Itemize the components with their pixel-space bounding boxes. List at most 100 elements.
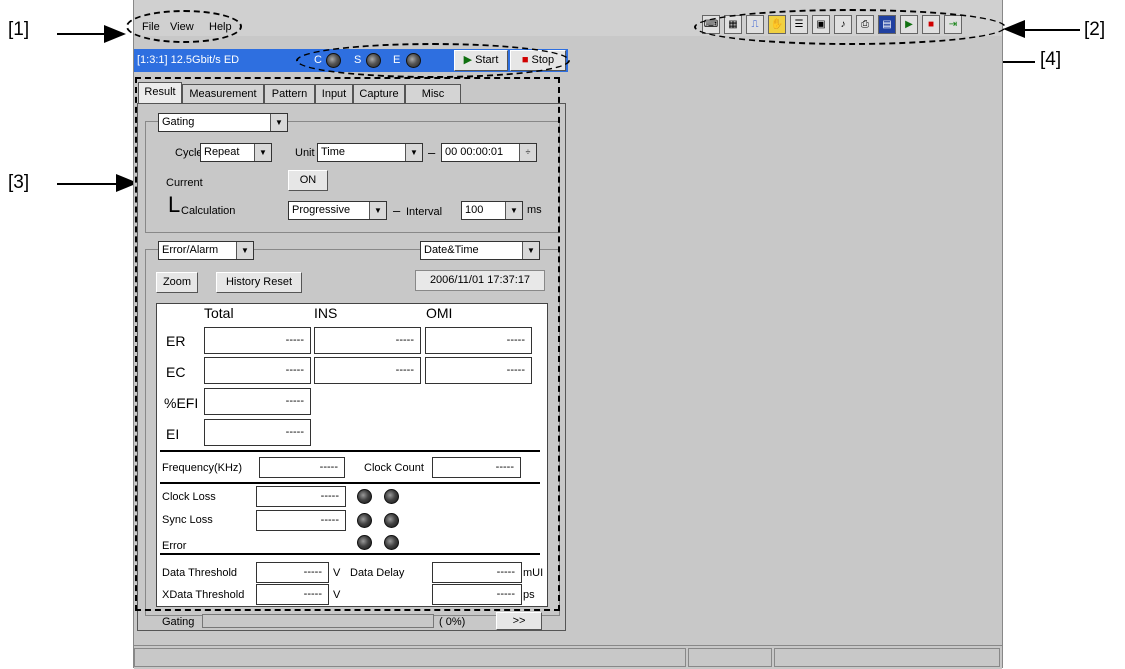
app-window: File View Help ⌨ ▦ ⎍ ✋ ☰ ▣ ♪ ⎙ ▤ ▶ ■ ⇥ [… xyxy=(133,0,1003,669)
pulse-icon[interactable]: ⎍ xyxy=(746,15,764,34)
tab-capture[interactable]: Capture xyxy=(353,84,405,104)
stop-icon[interactable]: ■ xyxy=(922,15,940,34)
callout-3: [3] xyxy=(8,172,30,193)
current-label: Current xyxy=(166,177,203,189)
col-omi: OMI xyxy=(426,305,453,321)
row-er: ER xyxy=(166,333,186,349)
ei-total: ----- xyxy=(204,419,311,446)
time-spinner[interactable]: 00 00:00:01 ÷ xyxy=(441,143,537,162)
menu-bar: File View Help ⌨ ▦ ⎍ ✋ ☰ ▣ ♪ ⎙ ▤ ▶ ■ ⇥ xyxy=(134,0,1002,36)
s-led-icon xyxy=(366,53,381,68)
v-unit: V xyxy=(333,589,341,601)
ps-unit: ps xyxy=(523,589,535,601)
er-total: ----- xyxy=(204,327,311,354)
menu-file[interactable]: File xyxy=(142,21,160,33)
chevron-down-icon: ▼ xyxy=(369,202,386,219)
stop-square-icon: ■ xyxy=(521,54,529,66)
unit-label: Unit xyxy=(295,147,315,159)
play-icon[interactable]: ▶ xyxy=(900,15,918,34)
calculation-label: Calculation xyxy=(181,205,236,217)
ec-total: ----- xyxy=(204,357,311,384)
tab-misc[interactable]: Misc xyxy=(405,84,461,104)
cycle-label: Cycle xyxy=(175,147,203,159)
error-label: Error xyxy=(162,540,187,552)
status-bar: [1:3:1] 12.5Gbit/s ED C S E ▶ Start ■ St… xyxy=(134,49,568,72)
hand-icon[interactable]: ✋ xyxy=(768,15,786,34)
gating-mode-select[interactable]: Gating ▼ xyxy=(158,113,288,132)
frequency-value: ----- xyxy=(259,457,345,478)
error-led-icon xyxy=(357,535,372,550)
sync-loss-label: Sync Loss xyxy=(162,514,213,526)
menu-view[interactable]: View xyxy=(170,21,194,33)
exit-icon[interactable]: ⇥ xyxy=(944,15,962,34)
tab-measurement[interactable]: Measurement xyxy=(182,84,264,104)
callout-3-arrow xyxy=(57,183,121,185)
calculation-select[interactable]: Progressive ▼ xyxy=(288,201,387,220)
expand-button[interactable]: >> xyxy=(496,612,542,630)
callout-1: [1] xyxy=(8,19,30,40)
clock-count-value: ----- xyxy=(432,457,521,478)
clock-loss-history-led-icon xyxy=(384,489,399,504)
chevron-down-icon: ▼ xyxy=(270,114,287,131)
tab-pattern[interactable]: Pattern xyxy=(264,84,315,104)
e-led-icon xyxy=(406,53,421,68)
zoom-button[interactable]: Zoom xyxy=(156,272,198,293)
callout-4: [4] xyxy=(1040,49,1062,70)
date-mode-select[interactable]: Date&Time ▼ xyxy=(420,241,540,260)
history-reset-button[interactable]: History Reset xyxy=(216,272,302,293)
er-omi: ----- xyxy=(425,327,532,354)
frequency-label: Frequency(KHz) xyxy=(162,462,243,474)
chevron-down-icon: ▼ xyxy=(236,242,253,259)
ec-omi: ----- xyxy=(425,357,532,384)
c-led-icon xyxy=(326,53,341,68)
er-ins: ----- xyxy=(314,327,421,354)
efi-total: ----- xyxy=(204,388,311,415)
chevron-down-icon: ▼ xyxy=(254,144,271,161)
mui-unit: mUI xyxy=(523,567,544,579)
start-button[interactable]: ▶ Start xyxy=(454,50,508,71)
chevron-down-icon: ▼ xyxy=(405,144,422,161)
chevron-down-icon: ▼ xyxy=(505,202,522,219)
row-ei: EI xyxy=(166,426,180,442)
menu-help[interactable]: Help xyxy=(209,21,232,33)
sound-icon[interactable]: ♪ xyxy=(834,15,852,34)
sync-loss-history-led-icon xyxy=(384,513,399,528)
cycle-select[interactable]: Repeat ▼ xyxy=(200,143,272,162)
chevron-down-icon: ▼ xyxy=(522,242,539,259)
calc-icon[interactable]: ▤ xyxy=(878,15,896,34)
calendar-icon[interactable]: ▦ xyxy=(724,15,742,34)
interval-label: Interval xyxy=(406,206,443,218)
row-efi: %EFI xyxy=(164,395,199,411)
col-total: Total xyxy=(204,305,234,321)
stop-button[interactable]: ■ Stop xyxy=(510,50,566,71)
row-ec: EC xyxy=(166,364,186,380)
calc-mark: L xyxy=(168,192,181,217)
interval-select[interactable]: 100 ▼ xyxy=(461,201,523,220)
callout-1-arrowhead xyxy=(104,25,126,43)
divider xyxy=(160,482,540,484)
tab-input[interactable]: Input xyxy=(315,84,353,104)
app-status-bar xyxy=(134,645,1002,669)
data-threshold-value: ----- xyxy=(256,562,329,583)
c-label: C xyxy=(314,54,322,66)
panel-icon[interactable]: ☰ xyxy=(790,15,808,34)
dash: – xyxy=(393,203,401,218)
current-on-button[interactable]: ON xyxy=(288,170,328,191)
e-label: E xyxy=(393,54,401,66)
sync-loss-led-icon xyxy=(357,513,372,528)
gating-progress-bar xyxy=(202,614,434,628)
keyboard-icon[interactable]: ⌨ xyxy=(702,15,720,34)
status-cell xyxy=(774,648,1000,667)
save-icon[interactable]: ▣ xyxy=(812,15,830,34)
callout-2-arrowhead xyxy=(1003,20,1025,38)
unit-select[interactable]: Time ▼ xyxy=(317,143,423,162)
tab-result[interactable]: Result xyxy=(138,82,182,104)
data-delay-value: ----- xyxy=(432,562,522,583)
print-icon[interactable]: ⎙ xyxy=(856,15,874,34)
gating-percent: ( 0%) xyxy=(439,616,466,628)
result-type-select[interactable]: Error/Alarm ▼ xyxy=(158,241,254,260)
start-icon: ▶ xyxy=(463,54,473,66)
col-ins: INS xyxy=(314,305,338,321)
datetime-display: 2006/11/01 17:37:17 xyxy=(415,270,545,291)
v-unit: V xyxy=(333,567,341,579)
